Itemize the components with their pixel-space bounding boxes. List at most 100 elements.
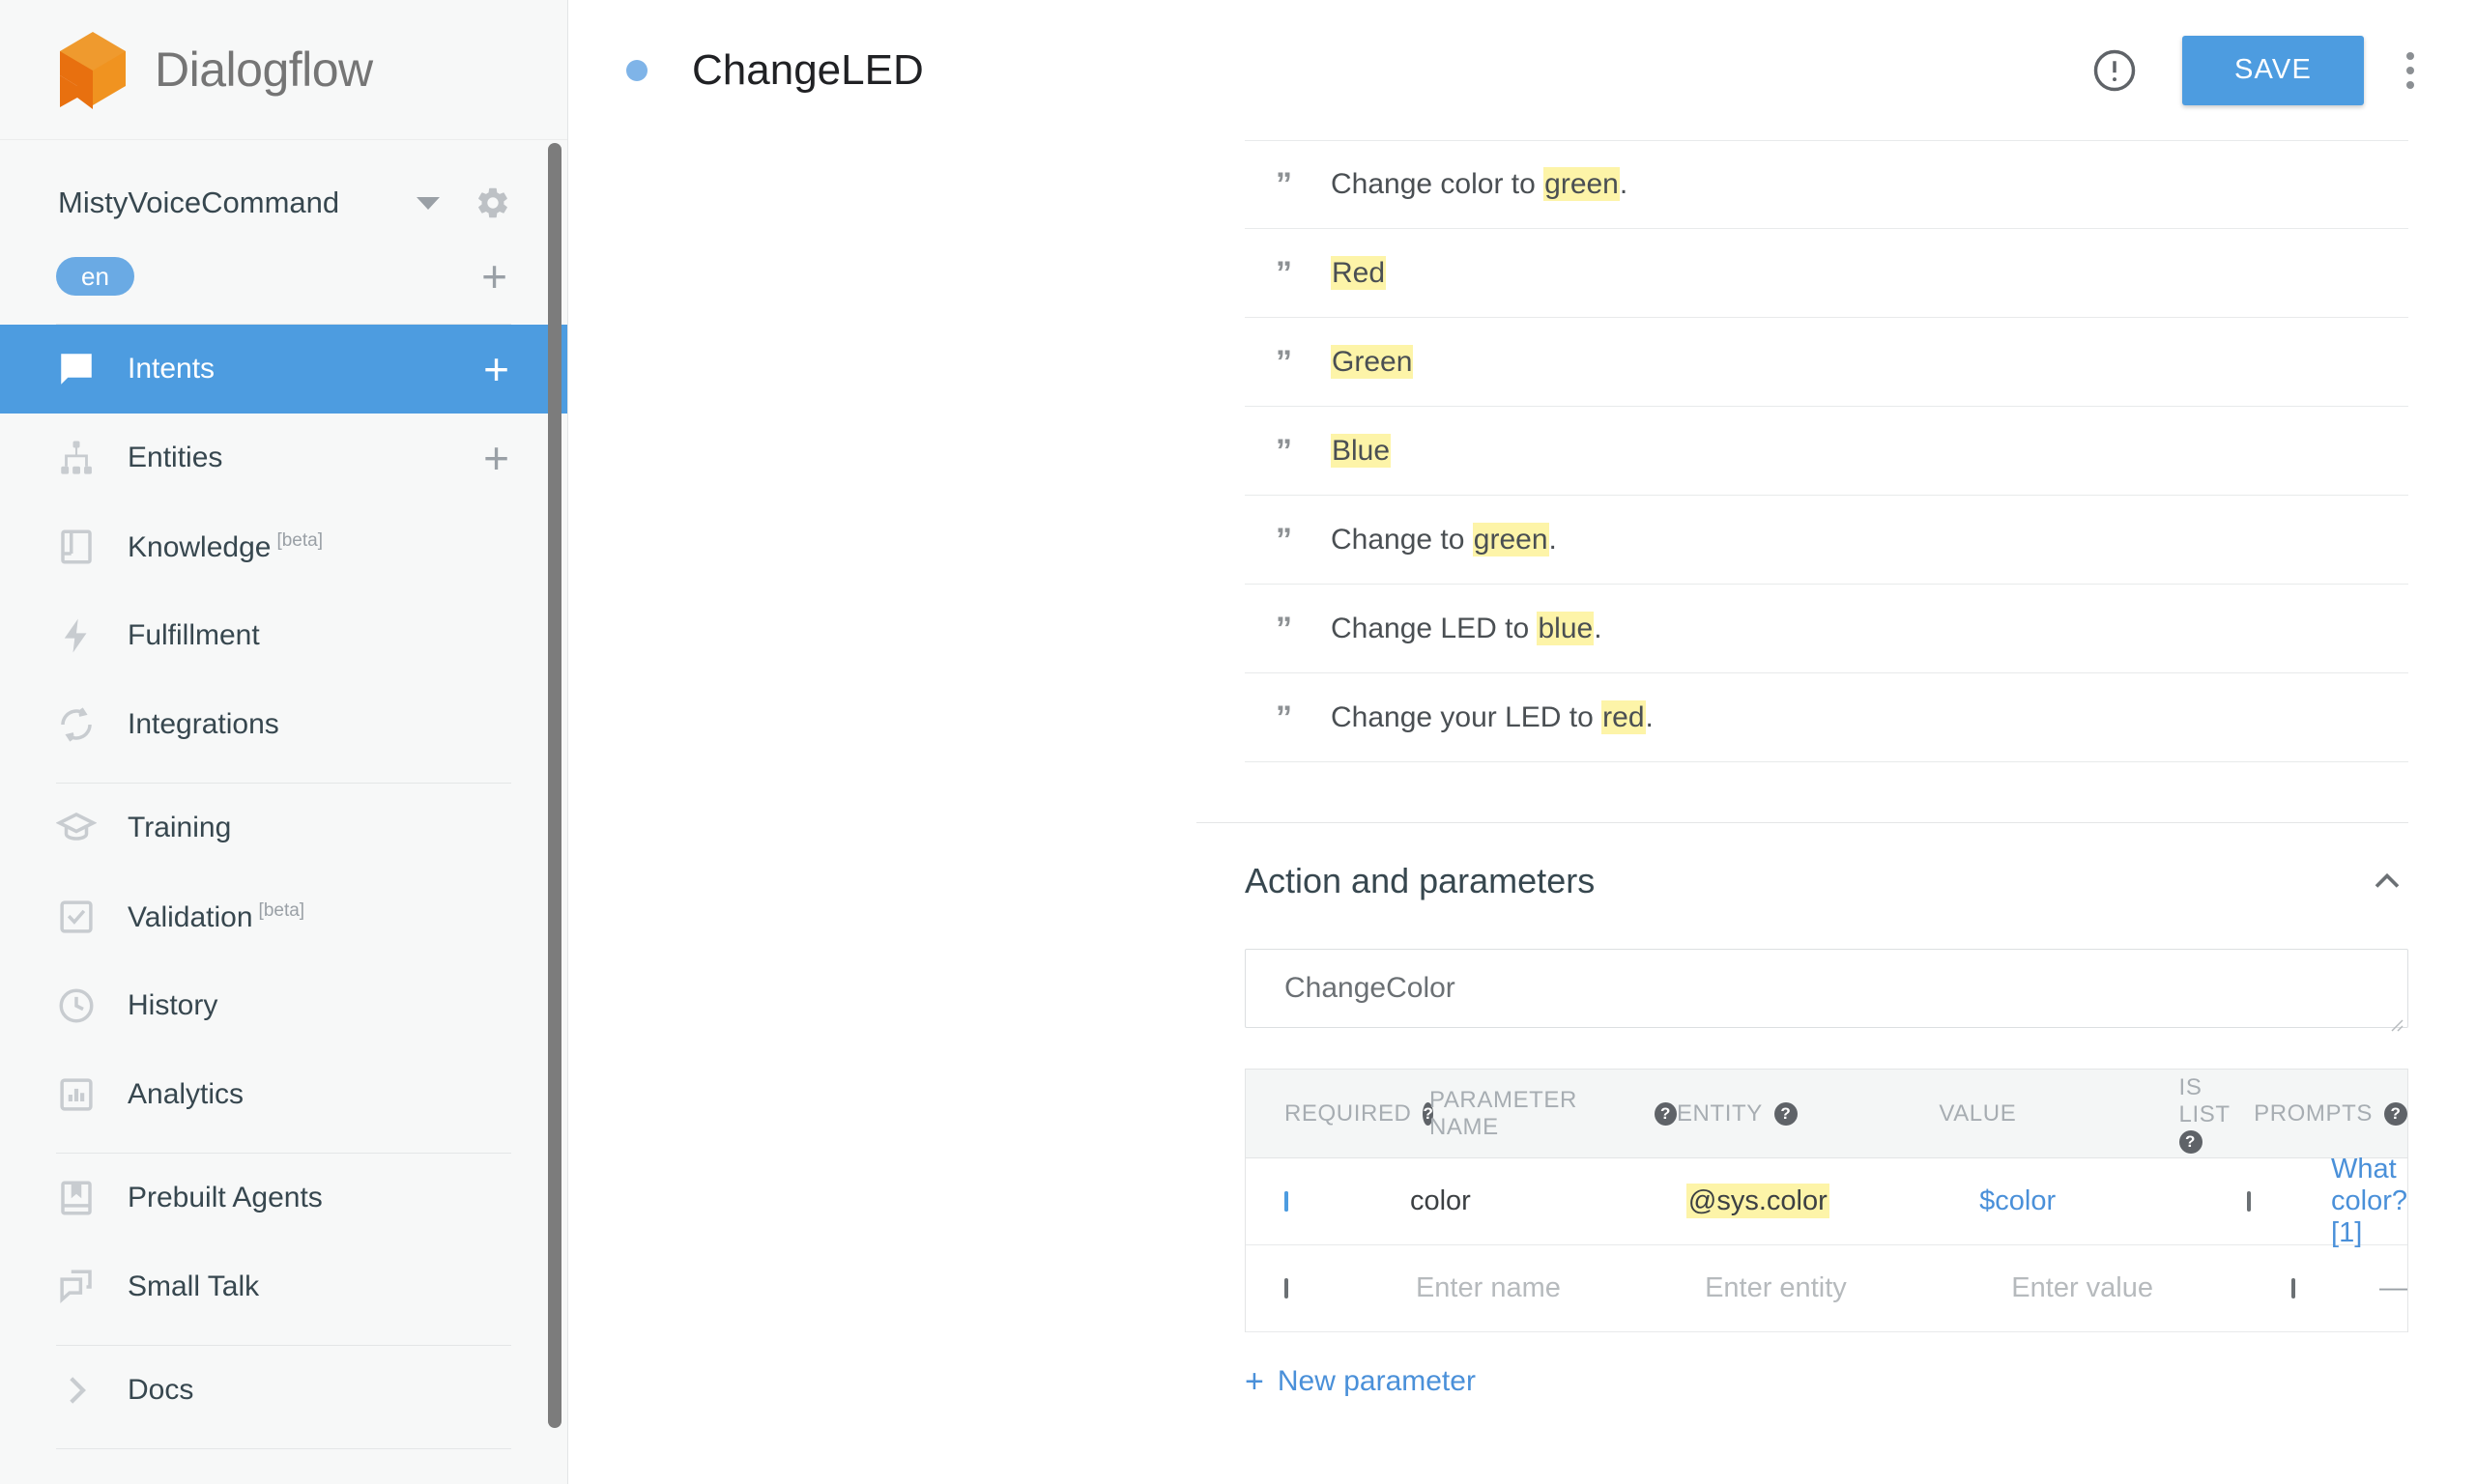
required-checkbox[interactable] [1284,1190,1288,1212]
agent-name: MistyVoiceCommand [58,186,340,219]
cell-required [1246,1190,1410,1212]
parameters-table-body: color @sys.color $color What color? [1] Ente… [1246,1154,2407,1332]
training-phrase-row[interactable]: ” Change color to green. [1245,140,2408,229]
phrase-suffix: . [1594,612,1602,644]
sidebar-item-analytics[interactable]: Analytics [0,1050,567,1139]
chevron-down-icon[interactable] [417,196,440,210]
kebab-dot [2406,51,2414,60]
training-phrase-row[interactable]: ” Change to green. [1245,496,2408,585]
agent-selector[interactable]: MistyVoiceCommand [0,163,567,243]
sidebar-item-validation[interactable]: Validation [beta] [0,872,567,961]
parameter-row[interactable]: Enter name Enter entity Enter value — [1246,1245,2407,1332]
parameter-entity-input[interactable]: Enter entity [1705,1272,2011,1304]
training-phrase-row[interactable]: ” Green [1245,318,2408,407]
add-entities-plus-icon[interactable]: + [483,436,509,480]
sidebar: Dialogflow MistyVoiceCommand en + Intent… [0,0,568,1484]
sidebar-item-label: Training [128,812,232,843]
sidebar-item-history[interactable]: History [0,961,567,1050]
parameter-prompts-link[interactable]: What color? [1] [2331,1154,2407,1249]
brand-name: Dialogflow [155,43,373,97]
action-name-input[interactable]: ChangeColor [1245,949,2408,1032]
sidebar-item-entities[interactable]: Entities + [0,414,567,502]
sidebar-item-label: Validation [beta] [128,899,305,933]
dialogflow-console: Dialogflow MistyVoiceCommand en + Intent… [0,0,2476,1484]
gear-icon[interactable] [475,185,511,221]
entity-value: @sys.color [1685,1184,1829,1218]
training-phrase-text: Change to green. [1331,522,1557,556]
clock-icon [56,985,97,1026]
col-value: VALUE [1939,1099,2017,1127]
help-icon[interactable]: ? [2178,1129,2202,1154]
sync-arrows-icon [56,704,97,745]
entity-value: Enter entity [1705,1272,1847,1303]
phrase-prefix: Change your LED to [1331,700,1602,733]
parameter-value-input[interactable]: Enter value [2011,1272,2291,1304]
quote-icon: ” [1276,254,1292,292]
sidebar-item-label: History [128,989,218,1021]
sidebar-item-fulfillment[interactable]: Fulfillment [0,591,567,680]
sidebar-item-integrations[interactable]: Integrations [0,680,567,769]
quote-icon: ” [1276,610,1292,647]
quote-icon: ” [1276,521,1292,558]
bar-chart-icon [56,1074,97,1115]
sidebar-item-prebuilt-agents[interactable]: Prebuilt Agents [0,1154,567,1242]
add-language-plus-icon[interactable]: + [481,254,507,299]
training-phrase-text: Change your LED to red. [1331,699,1654,734]
sidebar-item-label: Intents [128,353,216,385]
new-parameter-button[interactable]: + New parameter [1245,1365,1476,1398]
col-prompts: PROMPTS ? [2254,1100,2407,1127]
is-list-checkbox[interactable] [2247,1190,2252,1212]
status-dot-icon [626,59,648,81]
new-parameter-label: New parameter [1277,1365,1476,1397]
bookmark-book-icon [56,1178,97,1218]
language-chip-en[interactable]: en [56,257,134,296]
sidebar-item-label: Docs [128,1374,194,1406]
exclamation-circle-icon[interactable] [2089,45,2140,96]
parameter-prompts-link[interactable]: — [2379,1272,2407,1304]
help-icon[interactable]: ? [2384,1101,2407,1126]
training-phrase-row[interactable]: ” Change your LED to red. [1245,673,2408,762]
textarea-resize-grip[interactable] [2386,1007,2404,1032]
help-icon[interactable]: ? [1773,1101,1798,1126]
checkbox-square-icon [56,897,97,937]
add-intents-plus-icon[interactable]: + [483,347,509,391]
quote-icon: ” [1276,343,1292,381]
sidebar-item-docs[interactable]: Docs [0,1346,567,1435]
col-required: REQUIRED ? [1284,1099,1434,1127]
sidebar-item-label: Knowledge [beta] [128,529,323,563]
parameter-entity-input[interactable]: @sys.color [1685,1184,1979,1218]
training-phrase-text: Blue [1331,433,1392,468]
training-phrase-text: Change color to green. [1331,167,1628,201]
phrase-suffix: . [1619,168,1628,200]
save-button[interactable]: SAVE [2181,35,2364,105]
parameter-name-input[interactable]: Enter name [1416,1272,1705,1304]
sidebar-item-knowledge[interactable]: Knowledge [beta] [0,502,567,591]
col-is-list: IS LIST ? [2178,1074,2255,1154]
parameter-row[interactable]: color @sys.color $color What color? [1] [1246,1154,2407,1248]
col-parameter-name: PARAMETER NAME ? [1429,1087,1677,1141]
cell-is-list [2247,1190,2331,1212]
cell-is-list [2291,1277,2379,1298]
beta-badge: [beta] [258,899,305,921]
is-list-checkbox[interactable] [2291,1277,2296,1298]
kebab-menu-icon[interactable] [2383,36,2437,105]
intent-topbar: ChangeLED SAVE [568,0,2476,140]
parameter-value-input[interactable]: $color [1979,1185,2247,1217]
sidebar-item-intents[interactable]: Intents + [0,325,567,414]
phrase-suffix: . [1645,700,1654,733]
parameter-name-input[interactable]: color [1410,1185,1686,1217]
required-checkbox[interactable] [1284,1277,1288,1298]
sidebar-scrollbar[interactable] [548,143,561,1428]
training-phrase-row[interactable]: ” Blue [1245,407,2408,496]
phrase-entity-highlight: red [1601,699,1646,734]
chevron-up-icon[interactable] [2366,860,2408,902]
training-phrase-text: Change LED to blue. [1331,611,1602,645]
sidebar-item-training[interactable]: Training [0,784,567,872]
sidebar-item-label: Analytics [128,1078,245,1110]
sidebar-item-label: Small Talk [128,1270,260,1302]
training-phrase-row[interactable]: ” Change LED to blue. [1245,585,2408,673]
training-phrase-row[interactable]: ” Red [1245,229,2408,318]
help-icon[interactable]: ? [1655,1101,1677,1126]
chevron-right-icon [56,1370,97,1411]
sidebar-item-small-talk[interactable]: Small Talk [0,1242,567,1331]
